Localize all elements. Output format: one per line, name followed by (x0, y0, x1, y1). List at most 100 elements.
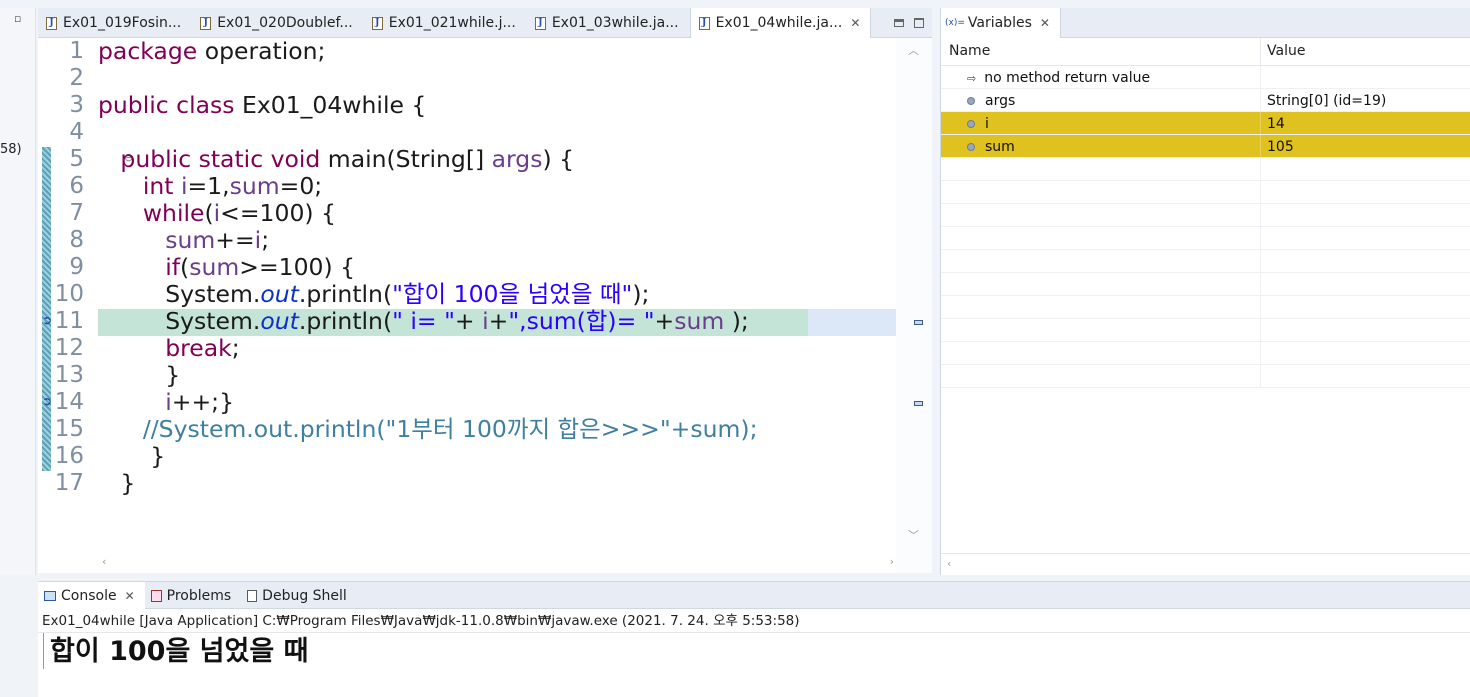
java-file-icon: J (534, 16, 546, 30)
editor-ruler[interactable]: ➲ ➲ (38, 38, 52, 573)
editor-tab-label: Ex01_03while.ja... (551, 15, 679, 31)
variable-row-empty (941, 204, 1470, 227)
variable-row-empty (941, 319, 1470, 342)
close-icon[interactable]: ✕ (850, 16, 860, 30)
editor-tab[interactable]: J Ex01_021while.j... (364, 8, 527, 38)
code-editor[interactable]: ➲ ➲ 1 2 3 4 5 6 7 8 9 10 11 12 13 14 15 16 17 ⊖ package … (38, 38, 932, 573)
tab-console[interactable]: Console ✕ (38, 582, 145, 609)
java-file-icon: J (46, 16, 57, 30)
local-variable-icon (967, 97, 975, 105)
scroll-left-icon[interactable]: ‹ (102, 555, 106, 568)
line-number: 15 (54, 416, 84, 442)
variable-row[interactable]: ⇨ no method return value (941, 66, 1470, 89)
console-icon (44, 590, 56, 601)
code-line: break; (165, 334, 240, 362)
console-view: Console ✕ Problems Debug Shell Ex01_04wh… (38, 581, 1470, 697)
code-line: System.out.println("합이 100을 넘었을 때"); (98, 280, 650, 308)
overview-mark[interactable] (914, 320, 923, 325)
line-number: 2 (69, 65, 84, 91)
restore-icon[interactable]: ▫ (14, 12, 21, 25)
editor-tab[interactable]: J Ex01_020Doublef... (192, 8, 364, 38)
java-file-icon: J (698, 16, 710, 30)
variable-row-empty (941, 296, 1470, 319)
line-number: 11 (54, 308, 84, 334)
code-line: if(sum>=100) { (165, 253, 356, 281)
editor-vertical-scrollbar[interactable]: ︿ ﹀ (896, 38, 932, 573)
variables-tab-bar: (x)= Variables ✕ (941, 7, 1470, 38)
variables-tab-label: Variables (967, 14, 1032, 31)
editor-tab-label: Ex01_019Fosin... (63, 15, 182, 31)
editor-tab-label: Ex01_020Doublef... (217, 15, 353, 31)
line-number: 9 (69, 254, 84, 280)
code-content[interactable]: package operation; public class Ex01_04w… (98, 38, 898, 497)
scroll-down-icon[interactable]: ﹀ (908, 527, 919, 543)
line-number: 16 (54, 443, 84, 469)
minimize-icon[interactable] (894, 18, 904, 27)
editor-tab-label: Ex01_04while.ja... (715, 15, 843, 31)
variable-row-selected[interactable]: sum 105 (941, 135, 1470, 158)
tab-debug-shell[interactable]: Debug Shell (241, 582, 357, 609)
tab-label: Debug Shell (262, 587, 347, 604)
variable-name: i (985, 116, 989, 132)
eclipse-debug-window: ▫ 58) J Ex01_019Fosin... J Ex01_020Doubl… (0, 0, 1470, 697)
value-column-header[interactable]: Value (1261, 38, 1311, 65)
line-number: 12 (54, 335, 84, 361)
maximize-icon[interactable] (914, 17, 924, 28)
code-line: int i=1,sum=0; (142, 172, 323, 200)
scroll-left-icon[interactable]: ‹ (947, 557, 951, 570)
left-panel-number-fragment: 58) (0, 142, 22, 157)
variable-row-empty (941, 158, 1470, 181)
code-line: } (98, 469, 136, 497)
variable-row-empty (941, 365, 1470, 388)
close-icon[interactable]: ✕ (125, 589, 135, 603)
editor-window-controls (894, 8, 932, 37)
variable-row-empty (941, 273, 1470, 296)
editor-horizontal-scrollbar[interactable]: ‹ › (98, 551, 898, 573)
editor-tab[interactable]: J Ex01_03while.ja... (527, 8, 690, 38)
name-column-header[interactable]: Name (941, 38, 1261, 65)
variable-row[interactable]: args String[0] (id=19) (941, 89, 1470, 112)
variable-row-selected[interactable]: i 14 (941, 112, 1470, 135)
code-line: public class Ex01_04while { (98, 91, 427, 119)
debug-shell-icon (247, 589, 258, 602)
variable-row-empty (941, 227, 1470, 250)
editor-tab[interactable]: J Ex01_019Fosin... (38, 8, 192, 38)
code-line: } (98, 442, 166, 470)
console-output[interactable]: 합이 100을 넘었을 때 (43, 633, 1470, 669)
close-icon[interactable]: ✕ (1040, 16, 1050, 30)
variables-icon: (x)= (945, 17, 965, 28)
code-line: package operation; (98, 37, 326, 65)
variable-name: sum (985, 139, 1015, 155)
variables-horizontal-scrollbar[interactable]: ‹ (941, 553, 1470, 575)
variable-row-empty (941, 181, 1470, 204)
scroll-up-icon[interactable]: ︿ (908, 42, 919, 58)
breakpoint-range-bar (42, 147, 51, 471)
line-number: 7 (69, 200, 84, 226)
variable-row-empty (941, 342, 1470, 365)
instruction-pointer-icon: ➲ (42, 394, 53, 408)
variable-value: 105 (1267, 139, 1294, 155)
variables-header: Name Value (941, 38, 1470, 66)
console-launch-info: Ex01_04while [Java Application] C:₩Progr… (38, 609, 1470, 633)
variable-name: args (985, 93, 1016, 109)
variable-name: no method return value (984, 70, 1151, 86)
line-number: 10 (54, 281, 84, 307)
code-line: while(i<=100) { (142, 199, 336, 227)
line-number-gutter: 1 2 3 4 5 6 7 8 9 10 11 12 13 14 15 16 17 (52, 38, 92, 497)
scroll-right-icon[interactable]: › (890, 555, 894, 568)
console-tab-bar: Console ✕ Problems Debug Shell (38, 582, 1470, 609)
line-number: 5 (69, 146, 84, 172)
tab-problems[interactable]: Problems (145, 582, 242, 609)
line-number: 8 (69, 227, 84, 253)
code-line: //System.out.println("1부터 100까지 합은>>>"+s… (142, 415, 758, 443)
code-line: } (98, 361, 181, 389)
editor-tab-active[interactable]: J Ex01_04while.ja... ✕ (689, 8, 872, 38)
overview-mark[interactable] (914, 401, 923, 406)
java-file-icon: J (200, 16, 212, 30)
line-number: 14 (54, 389, 84, 415)
variables-tab[interactable]: (x)= Variables ✕ (941, 7, 1061, 38)
variable-value: 14 (1267, 116, 1285, 132)
code-line-current: System.out.println(" i= "+ i+",sum(합)= "… (98, 307, 749, 335)
